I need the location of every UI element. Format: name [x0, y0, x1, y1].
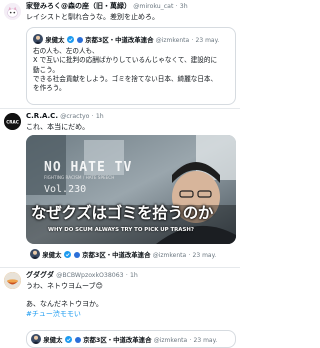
quote-date: 23 may.	[193, 337, 218, 344]
quote-date: 23 may.	[195, 37, 220, 44]
tweet-age[interactable]: 1h	[96, 113, 104, 120]
tweet[interactable]: CRAC C.R.A.C. @cractyo · 1h これ、本当にだめ。 NO…	[0, 109, 240, 268]
quote-affiliation: 京都3区・中道改革連合	[83, 336, 152, 344]
avatar[interactable]: CRAC	[4, 113, 21, 130]
tweet-text: うわ、ネトウヨムーブ😊 あ、なんだネトウヨか。 #チュー渋モモい	[26, 282, 103, 319]
avatar[interactable]	[4, 272, 21, 289]
quote-affiliation: 京都3区・中道改革連合	[85, 36, 154, 44]
video-thumbnail[interactable]: NO HATE TV FIGHTING RACISM / HATE SPEECH…	[26, 135, 236, 244]
quote-date: 23 may.	[192, 252, 217, 259]
user-handle[interactable]: @miroku_cat	[133, 3, 173, 10]
tweet-text-line: うわ、ネトウヨムーブ😊	[26, 282, 103, 290]
video-caption-jp: なぜクズはゴミを拾うのか	[31, 204, 214, 222]
tweet-age[interactable]: 1h	[130, 272, 138, 279]
quote-avatar	[30, 249, 40, 259]
user-handle[interactable]: @cractyo	[60, 113, 89, 120]
tweet-text-line	[26, 291, 103, 300]
verified-icon	[66, 36, 74, 43]
tweet-text-line: あ、なんだネトウヨか。	[26, 300, 103, 309]
tweet-text-line: レイシストと馴れ合うな。差別を止めろ。	[26, 13, 159, 21]
overlay-title: NO HATE TV	[44, 160, 133, 175]
tweet-text: レイシストと馴れ合うな。差別を止めろ。	[26, 13, 159, 22]
quote-text-line: X で互いに批判の応酬ばかりしているんじゃなくて、建設的に	[33, 56, 218, 65]
verified-icon	[63, 251, 71, 258]
tweet[interactable]: 家登みろく@森の座（旧・萬緑） @miroku_cat · 3h レイシストと馴…	[0, 0, 240, 109]
user-handle[interactable]: @BCBWpzoxkO38063	[56, 272, 123, 279]
quote-affiliation: 京都3区・中道改革連合	[82, 251, 151, 259]
quote-text-line: を作ろう。	[33, 84, 66, 93]
display-name[interactable]: C.R.A.C.	[26, 112, 58, 120]
flag-icon	[73, 251, 80, 258]
avatar[interactable]	[4, 3, 21, 20]
quote-avatar	[31, 334, 41, 344]
quote-display-name: 泉健太	[43, 336, 63, 344]
quoted-tweet[interactable]: 泉健太 京都3区・中道改革連合 @izmkenta · 23 may. 右の人も…	[26, 27, 236, 105]
quoted-tweet[interactable]: 泉健太 京都3区・中道改革連合 @izmkenta · 23 may.	[26, 246, 234, 261]
display-name[interactable]: 家登みろく@森の座（旧・萬緑）	[26, 2, 131, 10]
quote-avatar	[33, 34, 43, 44]
video-caption-en: WHY DO SCUM ALWAYS TRY TO PICK UP TRASH?	[48, 227, 194, 233]
display-name[interactable]: グダグダ	[26, 271, 54, 279]
verified-icon	[64, 336, 72, 343]
tweet-text: これ、本当にだめ。	[26, 123, 90, 131]
quote-display-name: 泉健太	[42, 251, 62, 259]
flag-icon	[74, 336, 81, 343]
quote-text-line: 右の人も、左の人も、	[33, 47, 99, 55]
quote-handle: @izmkenta	[152, 252, 187, 259]
overlay-volume: Vol.230	[44, 184, 87, 195]
overlay-subtitle: FIGHTING RACISM / HATE SPEECH	[44, 175, 115, 180]
separator-dot: ·	[175, 3, 178, 10]
flag-icon	[76, 36, 83, 43]
hashtag-link[interactable]: #チュー渋モモい	[26, 310, 103, 319]
quote-display-name: 泉健太	[45, 36, 65, 44]
tweet[interactable]: グダグダ @BCBWpzoxkO38063 · 1h うわ、ネトウヨムーブ😊 あ…	[0, 268, 240, 348]
tweet-age[interactable]: 3h	[180, 3, 188, 10]
svg-text:CRAC: CRAC	[6, 120, 19, 125]
quote-handle: @izmkenta	[155, 37, 190, 44]
quote-text: 右の人も、左の人も、 X で互いに批判の応酬ばかりしているんじゃなくて、建設的に…	[33, 47, 231, 94]
quote-text-line: 動こう。	[33, 65, 59, 74]
quoted-tweet[interactable]: 泉健太 京都3区・中道改革連合 @izmkenta · 23 may.	[26, 330, 236, 348]
quote-handle: @izmkenta	[153, 337, 188, 344]
